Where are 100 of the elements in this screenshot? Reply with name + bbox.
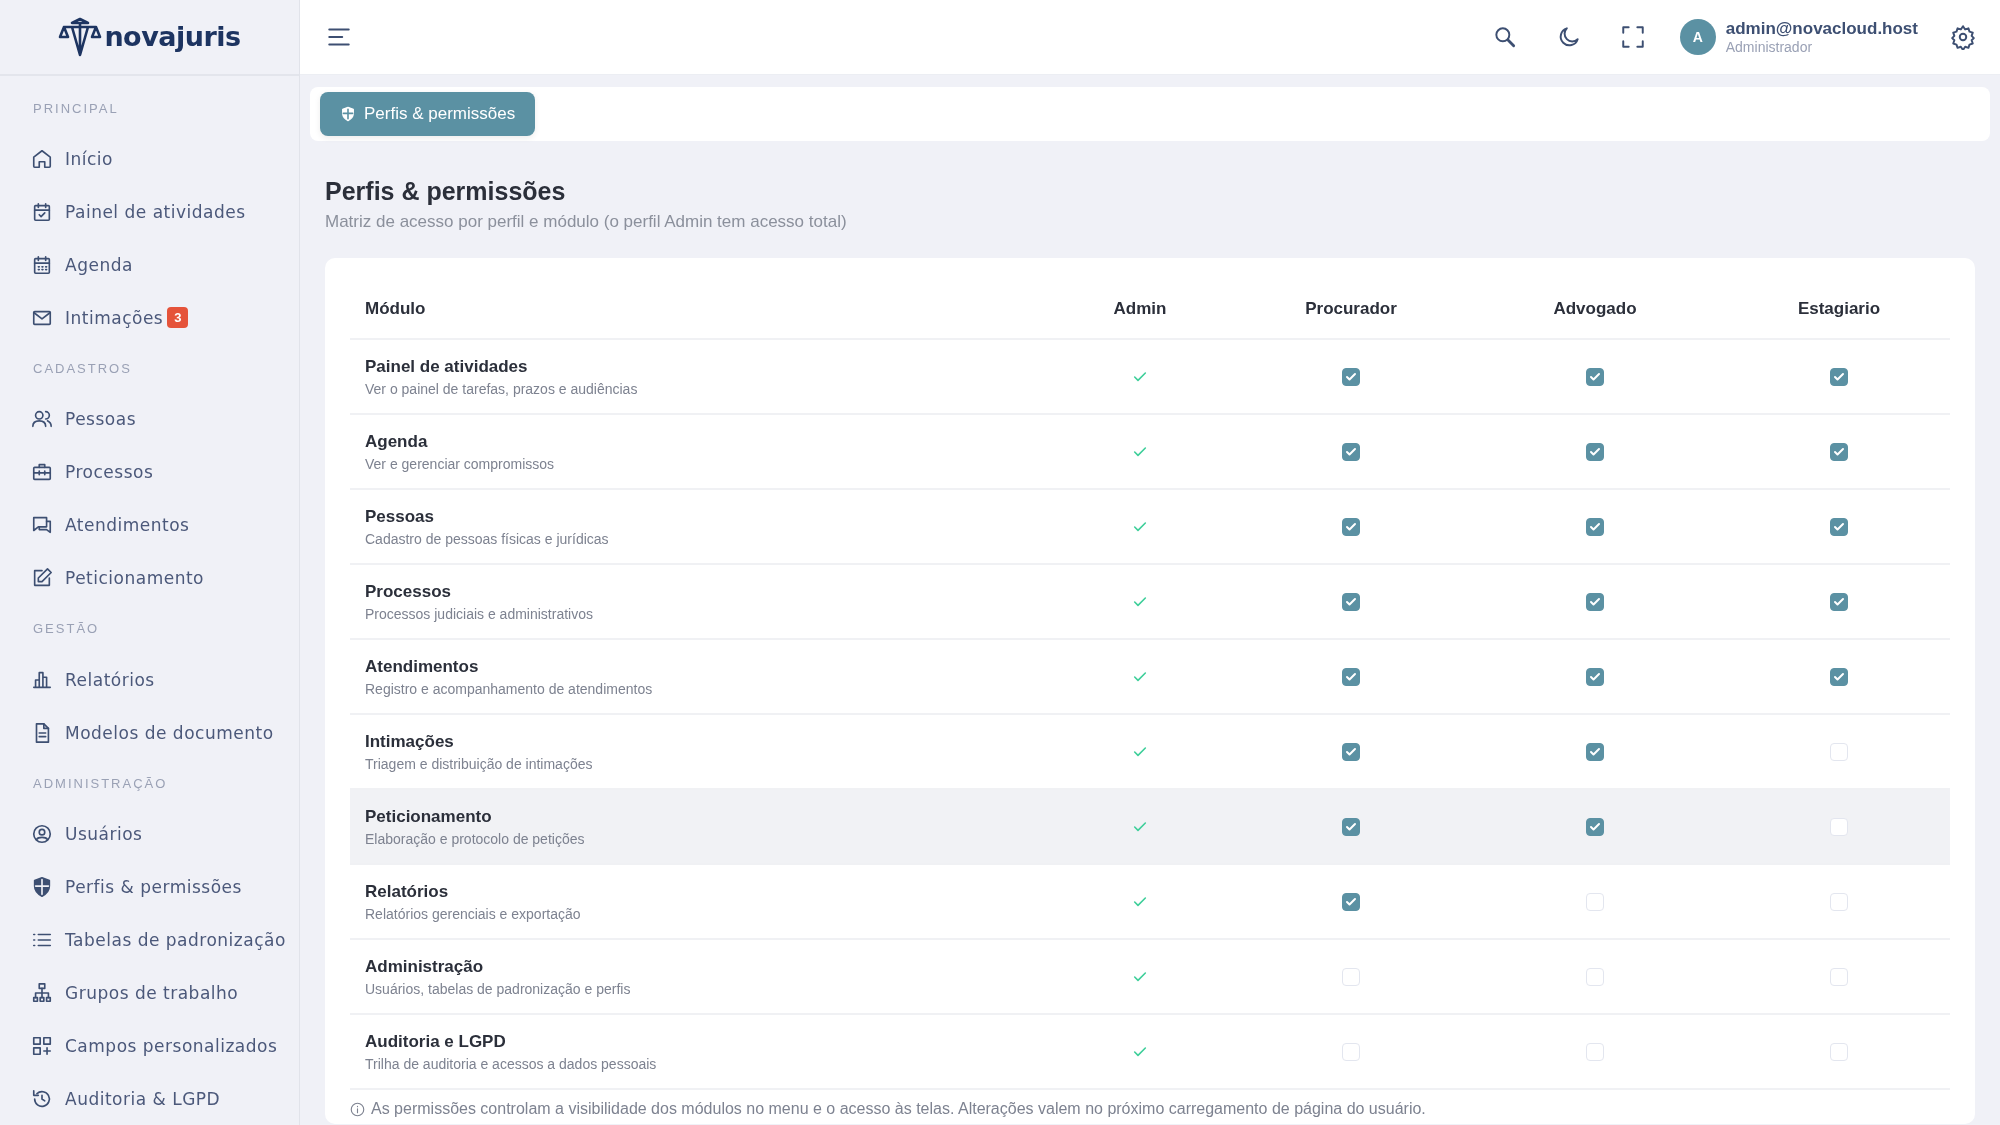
hierarchy-icon xyxy=(31,981,53,1004)
checkmark-icon xyxy=(1345,595,1357,608)
checkbox[interactable] xyxy=(1342,517,1360,536)
module-description: Relatórios gerenciais e exportação xyxy=(365,905,582,922)
checkmark-icon xyxy=(1345,370,1357,383)
checkmark-icon xyxy=(1345,820,1357,833)
checkmark-icon xyxy=(1833,445,1845,458)
module-description: Ver o painel de tarefas, prazos e audiências xyxy=(365,380,639,397)
count-badge: 3 xyxy=(167,307,189,329)
calendar-check-icon xyxy=(31,200,53,223)
module-name: Processos xyxy=(365,581,452,602)
checkmark-icon xyxy=(1345,520,1357,533)
grid-plus-icon xyxy=(31,1034,53,1057)
checkbox[interactable] xyxy=(1342,667,1360,686)
checkmark-icon xyxy=(1589,520,1601,533)
info-note: As permissões controlam a visibilidade dos módulos no menu e o acesso às telas. Alterações valem no próximo carregamento de página do usuário. xyxy=(371,1100,1426,1118)
nav-item[interactable]: Campos personalizados xyxy=(0,1019,278,1073)
module-name: Painel de atividades xyxy=(365,356,529,377)
shield-icon xyxy=(340,106,356,122)
column-header: Estagiario xyxy=(1796,299,1882,319)
module-name: Atendimentos xyxy=(365,656,480,677)
module-name: Pessoas xyxy=(365,506,435,527)
checkmark-icon xyxy=(1589,445,1601,458)
checkmark-icon xyxy=(1833,670,1845,683)
nav-item[interactable]: Grupos de trabalho xyxy=(0,966,239,1020)
column-header: Módulo xyxy=(364,299,427,319)
home-icon xyxy=(31,148,53,171)
checkbox[interactable] xyxy=(1586,367,1604,386)
nav-item[interactable]: Auditoria & LGPD xyxy=(0,1072,221,1125)
user-email: admin@novacloud.host xyxy=(1725,19,1918,39)
checkmark-icon xyxy=(1345,670,1357,683)
checkbox[interactable] xyxy=(1342,367,1360,386)
nav-item[interactable]: Peticionamento xyxy=(0,551,204,605)
checkmark-icon xyxy=(1589,820,1601,833)
calendar-icon xyxy=(31,253,53,276)
checkbox[interactable] xyxy=(1586,667,1604,686)
checkmark-icon xyxy=(1345,895,1357,908)
nav-item[interactable]: Processos xyxy=(0,445,154,499)
checkbox[interactable] xyxy=(1586,817,1604,836)
fullscreen-icon xyxy=(1619,24,1646,50)
nav-item[interactable]: Atendimentos xyxy=(0,498,190,552)
checkmark-icon xyxy=(1589,595,1601,608)
section-label: CADASTROS xyxy=(32,360,132,379)
checkbox[interactable] xyxy=(1342,742,1360,761)
nav-item[interactable]: Tabelas de padronização xyxy=(0,913,286,967)
history-icon xyxy=(31,1087,53,1110)
module-description: Ver e gerenciar compromissos xyxy=(365,455,556,472)
column-header: Advogado xyxy=(1552,299,1638,319)
nav-item[interactable]: Intimações 3 xyxy=(0,291,189,345)
checkmark-icon xyxy=(1833,370,1845,383)
user-circle-icon xyxy=(31,823,53,846)
module-name: Peticionamento xyxy=(365,806,493,827)
checkmark-icon xyxy=(1589,745,1601,758)
section-label: ADMINISTRAÇÃO xyxy=(32,774,168,793)
nav-item[interactable]: Perfis & permissões xyxy=(0,860,242,914)
checkbox[interactable] xyxy=(1830,517,1848,536)
shield-icon xyxy=(31,876,53,899)
checkbox[interactable] xyxy=(1342,592,1360,611)
checkbox[interactable] xyxy=(1830,442,1848,461)
module-description: Trilha de auditoria e acessos a dados pessoais xyxy=(365,1055,658,1072)
logo[interactable]: novajuris xyxy=(58,16,241,57)
checkmark-icon xyxy=(1589,370,1601,383)
module-description: Usuários, tabelas de padronização e perfis xyxy=(365,980,632,997)
page-title: Perfis & permissões xyxy=(325,177,567,206)
checkbox[interactable] xyxy=(1586,742,1604,761)
page-subtitle: Matriz de acesso por perfil e módulo (o perfil Admin tem acesso total) xyxy=(325,212,848,232)
checkmark-icon xyxy=(1589,670,1601,683)
module-name: Administração xyxy=(365,956,485,977)
checkbox[interactable] xyxy=(1342,442,1360,461)
module-description: Registro e acompanhamento de atendimentos xyxy=(365,680,654,697)
settings-icon xyxy=(1950,24,1976,50)
breadcrumb-button[interactable]: Perfis & permissões xyxy=(320,92,536,136)
module-name: Auditoria e LGPD xyxy=(365,1031,507,1052)
checkbox[interactable] xyxy=(1586,517,1604,536)
nav-item[interactable]: Painel de atividades xyxy=(0,185,246,239)
nav-item[interactable]: Início xyxy=(0,132,113,186)
checkbox[interactable] xyxy=(1830,667,1848,686)
checkbox[interactable] xyxy=(1342,817,1360,836)
checkbox[interactable] xyxy=(1342,892,1360,911)
nav-item[interactable]: Pessoas xyxy=(0,393,136,446)
scales-icon xyxy=(58,16,103,57)
info-icon xyxy=(350,1101,365,1117)
checkbox[interactable] xyxy=(1830,592,1848,611)
nav-item[interactable]: Modelos de documento xyxy=(0,706,274,759)
edit-icon xyxy=(31,567,53,589)
nav-item[interactable]: Agenda xyxy=(0,238,133,292)
checkbox[interactable] xyxy=(1830,367,1848,386)
column-header: Admin xyxy=(1112,299,1168,319)
column-header: Procurador xyxy=(1304,299,1398,319)
nav-item[interactable]: Relatórios xyxy=(0,653,155,707)
module-description: Processos judiciais e administrativos xyxy=(365,605,594,622)
checkmark-icon xyxy=(1345,745,1357,758)
checkbox[interactable] xyxy=(1586,592,1604,611)
avatar[interactable]: A xyxy=(1679,19,1716,55)
nav-item[interactable]: Usuários xyxy=(0,807,143,861)
module-description: Triagem e distribuição de intimações xyxy=(365,755,594,772)
checkbox[interactable] xyxy=(1586,442,1604,461)
module-description: Elaboração e protocolo de petições xyxy=(365,830,586,847)
module-name: Intimações xyxy=(365,731,455,752)
section-label: GESTÃO xyxy=(32,620,100,639)
